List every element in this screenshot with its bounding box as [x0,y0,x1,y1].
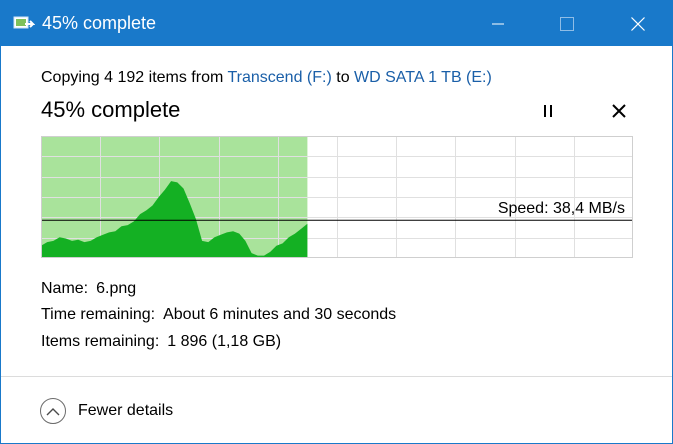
dialog-footer: Fewer details [1,376,672,443]
items-remaining-value: 1 896 (1,18 GB) [167,333,282,350]
copy-middle-text: to [331,69,355,86]
window-title: 45% complete [42,13,157,33]
maximize-button[interactable] [544,1,590,46]
pause-icon [544,105,552,117]
maximize-icon [560,16,574,31]
detail-items-row: Items remaining: 1 896 (1,18 GB) [41,332,281,352]
name-label: Name: [41,280,89,297]
detail-time-row: Time remaining: About 6 minutes and 30 se… [41,305,396,325]
name-value: 6.png [96,280,137,297]
pause-button[interactable] [534,97,562,125]
close-button[interactable] [615,1,661,46]
destination-link[interactable]: WD SATA 1 TB (E:) [354,69,492,86]
cancel-icon [612,104,626,118]
source-link[interactable]: Transcend (F:) [227,69,331,86]
time-remaining-label: Time remaining: [41,306,156,323]
copy-files-icon [13,16,35,29]
progress-status: 45% complete [41,97,181,122]
copy-progress-window: 45% complete Copying 4 192 items from Tr… [0,0,673,444]
copy-summary: Copying 4 192 items from Transcend (F:) … [41,68,492,88]
minimize-icon [492,23,504,24]
fewer-details-label: Fewer details [78,402,174,419]
speed-label: Speed: 38,4 MB/s [498,200,625,217]
speed-graph: Speed: 38,4 MB/s [41,136,633,258]
minimize-button[interactable] [475,1,521,46]
items-remaining-label: Items remaining: [41,333,160,350]
chevron-up-icon [40,398,66,424]
close-icon [631,16,645,31]
fewer-details-button[interactable]: Fewer details [40,396,173,426]
detail-name-row: Name: 6.png [41,279,136,299]
copy-prefix-text: Copying 4 192 items from [41,69,228,86]
time-remaining-value: About 6 minutes and 30 seconds [163,306,397,323]
title-bar[interactable]: 45% complete [1,1,672,46]
cancel-button[interactable] [605,97,633,125]
